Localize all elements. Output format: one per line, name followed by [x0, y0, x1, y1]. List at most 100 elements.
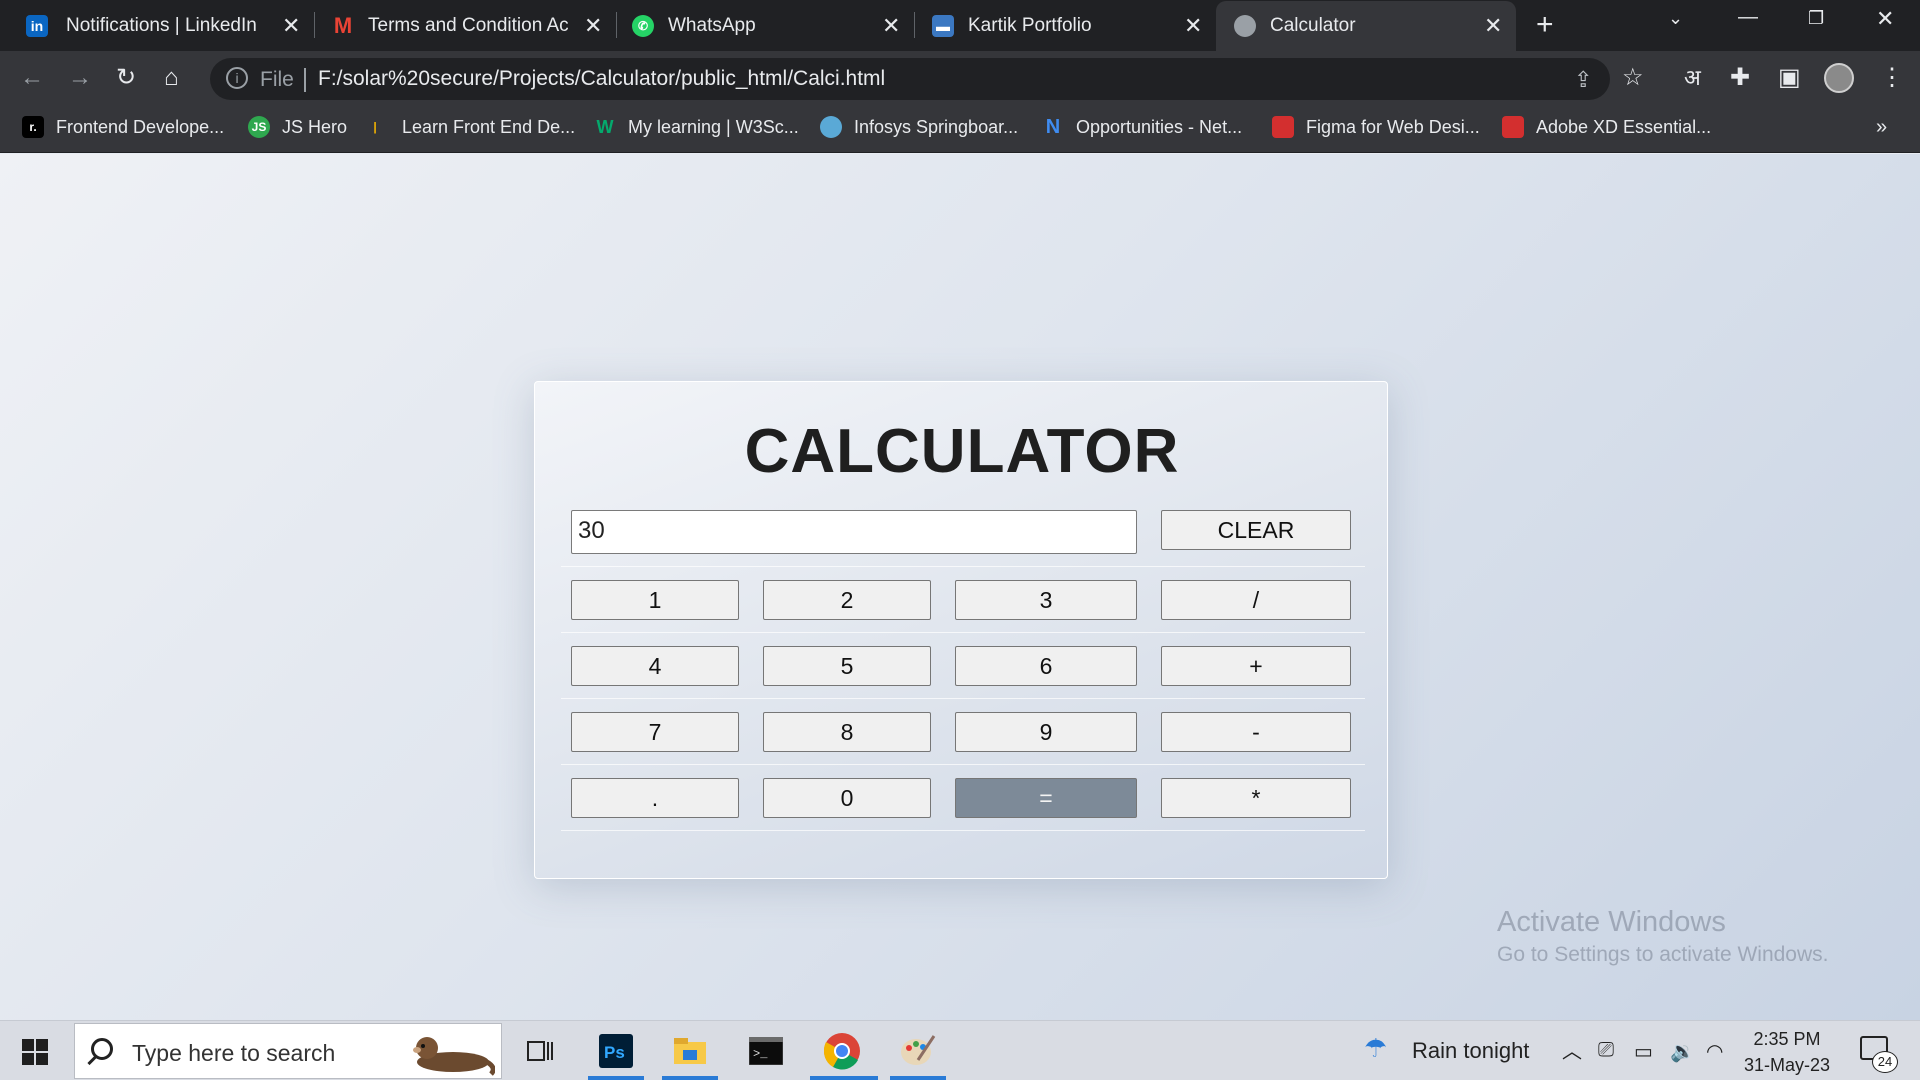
- activate-windows-watermark: Activate Windows Go to Settings to activ…: [1497, 906, 1829, 967]
- paint-icon[interactable]: [896, 1029, 940, 1073]
- close-tab-icon[interactable]: ✕: [1484, 13, 1502, 39]
- digit-3-button[interactable]: 3: [955, 580, 1137, 620]
- volume-icon[interactable]: 🔉: [1670, 1039, 1695, 1064]
- weather-text[interactable]: Rain tonight: [1412, 1038, 1529, 1064]
- terminal-icon[interactable]: >_: [744, 1029, 788, 1073]
- restore-button[interactable]: ❐: [1808, 8, 1824, 29]
- bookmark-item[interactable]: | Learn Front End De...: [370, 116, 575, 138]
- bookmark-item[interactable]: JS JS Hero: [248, 116, 347, 138]
- close-window-button[interactable]: ✕: [1876, 6, 1894, 32]
- scheme-label: File: [260, 68, 294, 91]
- svg-text:>_: >_: [753, 1047, 768, 1061]
- url-text[interactable]: F:/solar%20secure/Projects/Calculator/pu…: [318, 67, 885, 91]
- task-view-icon[interactable]: [518, 1029, 562, 1073]
- digit-8-button[interactable]: 8: [763, 712, 931, 752]
- tab-linkedin[interactable]: in Notifications | LinkedIn ✕: [0, 4, 310, 47]
- bookmarks-bar: r. Frontend Develope... JS JS Hero | Lea…: [0, 107, 1920, 153]
- share-icon[interactable]: ⇪: [1574, 67, 1592, 93]
- bookmark-item[interactable]: r. Frontend Develope...: [22, 116, 224, 138]
- close-tab-icon[interactable]: ✕: [882, 13, 900, 39]
- back-arrow-icon[interactable]: ←: [20, 65, 44, 91]
- bookmark-item[interactable]: Figma for Web Desi...: [1272, 116, 1480, 138]
- page-viewport: CALCULATOR 30 CLEAR 1 2 3 / 4 5 6 + 7 8 …: [0, 154, 1920, 1020]
- photoshop-icon[interactable]: Ps: [594, 1029, 638, 1073]
- divide-button[interactable]: /: [1161, 580, 1351, 620]
- cloud-icon: [820, 116, 842, 138]
- close-tab-icon[interactable]: ✕: [1184, 13, 1202, 39]
- reload-icon[interactable]: ↻: [116, 65, 136, 91]
- digit-7-button[interactable]: 7: [571, 712, 739, 752]
- side-panel-icon[interactable]: ▣: [1778, 65, 1801, 91]
- bookmark-label: JS Hero: [282, 116, 348, 137]
- bookmark-label: Frontend Develope...: [56, 116, 225, 137]
- taskbar-search-box[interactable]: Type here to search: [74, 1023, 502, 1079]
- info-icon[interactable]: i: [226, 67, 248, 89]
- windows-start-icon[interactable]: [22, 1039, 48, 1065]
- close-tab-icon[interactable]: ✕: [584, 13, 602, 39]
- bookmark-item[interactable]: Infosys Springboar...: [820, 116, 1018, 138]
- tab-whatsapp[interactable]: ✆ WhatsApp ✕: [620, 4, 916, 47]
- gmail-icon: M: [333, 13, 353, 38]
- battery-icon[interactable]: ▭: [1634, 1039, 1653, 1064]
- slides-icon: [1502, 116, 1524, 138]
- calculator-title: CALCULATOR: [744, 417, 1180, 486]
- decimal-button[interactable]: .: [571, 778, 739, 818]
- tab-calculator[interactable]: Calculator ✕: [1216, 1, 1516, 51]
- more-bookmarks-chevron-icon[interactable]: »: [1876, 116, 1887, 139]
- digit-4-button[interactable]: 4: [571, 646, 739, 686]
- wifi-icon[interactable]: ◠: [1706, 1039, 1723, 1064]
- browser-toolbar: ← → ↻ ⌂ i File F:/solar%20secure/Project…: [0, 51, 1920, 107]
- equals-button[interactable]: =: [955, 778, 1137, 818]
- bars-icon: |: [373, 120, 377, 134]
- browser-tab-strip: in Notifications | LinkedIn ✕ M Terms an…: [0, 0, 1920, 51]
- chrome-icon[interactable]: [820, 1029, 864, 1073]
- extensions-puzzle-icon[interactable]: ✚: [1730, 65, 1750, 91]
- menu-kebab-icon[interactable]: ⋮: [1880, 65, 1904, 91]
- briefcase-icon: ▬: [932, 15, 954, 37]
- digit-2-button[interactable]: 2: [763, 580, 931, 620]
- home-icon[interactable]: ⌂: [164, 65, 179, 91]
- translate-extension-icon[interactable]: अ: [1684, 65, 1701, 91]
- multiply-button[interactable]: *: [1161, 778, 1351, 818]
- search-placeholder: Type here to search: [132, 1040, 336, 1066]
- new-tab-button[interactable]: +: [1536, 8, 1554, 42]
- slides-icon: [1272, 116, 1294, 138]
- calculator-card: CALCULATOR 30 CLEAR 1 2 3 / 4 5 6 + 7 8 …: [534, 381, 1388, 879]
- windows-taskbar: Type here to search Ps >_ ☂ Rain tonight…: [0, 1020, 1920, 1080]
- forward-arrow-icon[interactable]: →: [68, 65, 92, 91]
- w3-icon: W: [596, 116, 614, 137]
- calculator-display[interactable]: 30: [571, 510, 1137, 554]
- bookmark-item[interactable]: Adobe XD Essential...: [1502, 116, 1711, 138]
- svg-text:Ps: Ps: [604, 1043, 625, 1062]
- tab-label: WhatsApp: [668, 15, 756, 36]
- chevron-up-icon[interactable]: ︿: [1562, 1035, 1582, 1064]
- digit-6-button[interactable]: 6: [955, 646, 1137, 686]
- linkedin-icon: in: [26, 15, 48, 37]
- file-explorer-icon[interactable]: [668, 1029, 712, 1073]
- bookmark-star-icon[interactable]: ☆: [1622, 65, 1644, 91]
- rain-umbrella-icon: ☂: [1364, 1033, 1388, 1063]
- digit-0-button[interactable]: 0: [763, 778, 931, 818]
- system-clock[interactable]: 2:35 PM 31-May-23: [1744, 1026, 1830, 1078]
- tab-kartik-portfolio[interactable]: ▬ Kartik Portfolio ✕: [918, 4, 1218, 47]
- bookmark-item[interactable]: N Opportunities - Net...: [1042, 116, 1242, 138]
- tab-search-chevron-icon[interactable]: ⌄: [1668, 8, 1683, 29]
- js-icon: JS: [248, 116, 270, 138]
- tab-gmail[interactable]: M Terms and Condition Acc ✕: [318, 4, 618, 47]
- notification-count-badge: 24: [1872, 1051, 1898, 1073]
- digit-5-button[interactable]: 5: [763, 646, 931, 686]
- bookmark-item[interactable]: W My learning | W3Sc...: [594, 116, 799, 138]
- subtract-button[interactable]: -: [1161, 712, 1351, 752]
- digit-9-button[interactable]: 9: [955, 712, 1137, 752]
- meet-now-icon[interactable]: ⎚: [1598, 1039, 1614, 1062]
- address-bar[interactable]: i File F:/solar%20secure/Projects/Calcul…: [210, 58, 1610, 100]
- bookmark-label: My learning | W3Sc...: [628, 116, 799, 137]
- address-divider: [304, 68, 306, 92]
- clear-button[interactable]: CLEAR: [1161, 510, 1351, 550]
- digit-1-button[interactable]: 1: [571, 580, 739, 620]
- minimize-button[interactable]: —: [1738, 6, 1758, 29]
- add-button[interactable]: +: [1161, 646, 1351, 686]
- profile-avatar[interactable]: [1824, 63, 1854, 93]
- close-tab-icon[interactable]: ✕: [282, 13, 300, 39]
- clock-date: 31-May-23: [1744, 1055, 1831, 1075]
